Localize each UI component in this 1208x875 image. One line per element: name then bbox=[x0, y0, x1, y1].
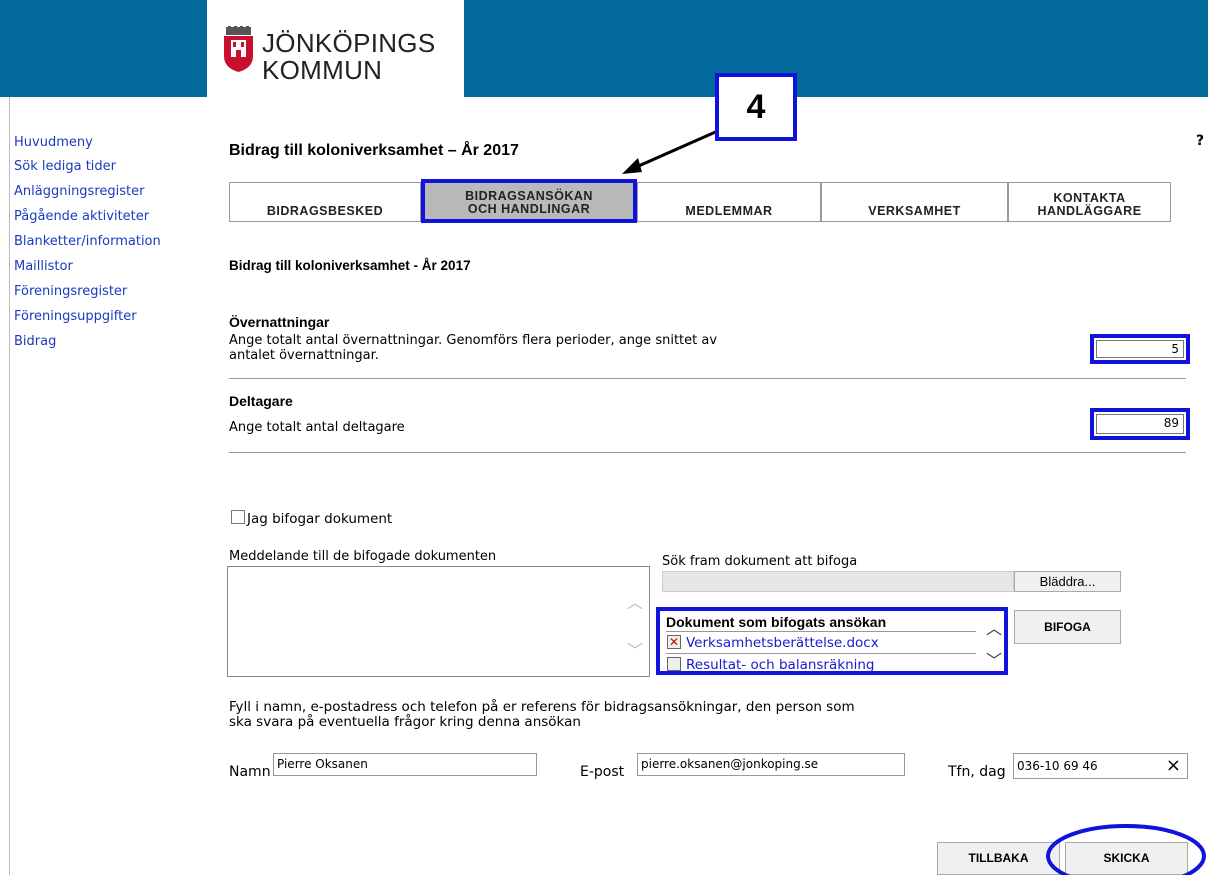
divider bbox=[666, 653, 976, 654]
tab-bidragsansokan[interactable]: BIDRAGSANSÖKAN OCH HANDLINGAR bbox=[421, 179, 637, 223]
send-highlight-ellipse bbox=[1046, 824, 1206, 875]
attach-checkbox[interactable] bbox=[231, 510, 245, 524]
overnight-title: Övernattningar bbox=[229, 314, 330, 330]
sidebar-item-anlaggningsregister[interactable]: Anläggningsregister bbox=[14, 184, 144, 199]
header-band-left bbox=[0, 0, 207, 97]
contact-info-line2: ska svara på eventuella frågor kring den… bbox=[229, 714, 581, 730]
scroll-down-icon[interactable]: ﹀ bbox=[627, 637, 643, 661]
left-divider bbox=[9, 97, 10, 875]
sidebar-item-blanketter[interactable]: Blanketter/information bbox=[14, 234, 161, 249]
sidebar-item-foreningsregister[interactable]: Föreningsregister bbox=[14, 284, 127, 299]
email-label: E-post bbox=[580, 764, 625, 780]
participants-input-highlight: 89 bbox=[1090, 408, 1190, 440]
scroll-up-icon[interactable]: ︿ bbox=[627, 589, 643, 613]
logo-text: JÖNKÖPINGS KOMMUN bbox=[262, 30, 435, 84]
sidebar-item-huvudmeny[interactable]: Huvudmeny bbox=[14, 135, 93, 150]
tab-kontakta-handlaggare[interactable]: KONTAKTA HANDLÄGGARE bbox=[1008, 182, 1171, 222]
overnight-input[interactable]: 5 bbox=[1096, 340, 1184, 358]
scroll-up-icon[interactable]: ︿ bbox=[986, 615, 1002, 639]
logo-line2: KOMMUN bbox=[262, 55, 383, 85]
name-label: Namn bbox=[229, 764, 271, 780]
tab-bidragsbesked[interactable]: BIDRAGSBESKED bbox=[229, 182, 421, 222]
attach-checkbox-label: Jag bifogar dokument bbox=[247, 511, 393, 527]
contact-info-line1: Fyll i namn, e-postadress och telefon på… bbox=[229, 699, 855, 715]
message-textarea[interactable]: ︿ ﹀ bbox=[227, 566, 650, 677]
sidebar-item-maillistor[interactable]: Maillistor bbox=[14, 259, 73, 274]
remove-doc-icon[interactable]: ✕ bbox=[667, 635, 681, 649]
clear-icon[interactable]: × bbox=[1166, 754, 1181, 778]
search-doc-label: Sök fram dokument att bifoga bbox=[662, 554, 858, 569]
attached-doc-link[interactable]: Resultat- och balansräkning bbox=[686, 657, 875, 671]
email-input[interactable]: pierre.oksanen@jonkoping.se bbox=[637, 753, 905, 776]
coat-of-arms-icon bbox=[222, 26, 255, 76]
participants-input[interactable]: 89 bbox=[1096, 414, 1184, 434]
message-label: Meddelande till de bifogade dokumenten bbox=[229, 549, 497, 564]
logo-line1: JÖNKÖPINGS bbox=[262, 28, 436, 58]
step-callout: 4 bbox=[715, 73, 797, 141]
attach-button[interactable]: BIFOGA bbox=[1014, 610, 1121, 644]
divider bbox=[229, 452, 1186, 453]
phone-label: Tfn, dag bbox=[948, 764, 1006, 780]
scroll-down-icon[interactable]: ﹀ bbox=[986, 647, 1002, 671]
tab-verksamhet[interactable]: VERKSAMHET bbox=[821, 182, 1008, 222]
overnight-desc-1: Ange totalt antal övernattningar. Genomf… bbox=[229, 333, 718, 348]
sidebar-item-foreningsuppgifter[interactable]: Föreningsuppgifter bbox=[14, 309, 137, 324]
sidebar-item-sok-lediga-tider[interactable]: Sök lediga tider bbox=[14, 159, 116, 174]
remove-doc-icon[interactable] bbox=[667, 657, 681, 671]
divider bbox=[666, 631, 976, 632]
phone-value: 036-10 69 46 bbox=[1017, 759, 1098, 773]
phone-input[interactable]: 036-10 69 46 × bbox=[1013, 753, 1188, 779]
help-icon[interactable]: ? bbox=[1196, 133, 1204, 149]
attached-doc-link[interactable]: Verksamhetsberättelse.docx bbox=[686, 635, 879, 651]
tab-bidragsansokan-line2: OCH HANDLINGAR bbox=[467, 202, 591, 216]
sidebar-item-pagaende-aktiviteter[interactable]: Pågående aktiviteter bbox=[14, 209, 149, 224]
file-path-input[interactable] bbox=[662, 571, 1014, 592]
participants-desc: Ange totalt antal deltagare bbox=[229, 420, 405, 435]
form-heading: Bidrag till koloniverksamhet - År 2017 bbox=[229, 258, 471, 273]
tab-medlemmar[interactable]: MEDLEMMAR bbox=[637, 182, 821, 222]
tab-kontakta-line2: HANDLÄGGARE bbox=[1037, 204, 1142, 218]
header-band-right bbox=[464, 0, 1208, 97]
overnight-desc-2: antalet övernattningar. bbox=[229, 348, 379, 363]
sidebar-item-bidrag[interactable]: Bidrag bbox=[14, 334, 56, 349]
name-input[interactable]: Pierre Oksanen bbox=[273, 753, 537, 776]
participants-title: Deltagare bbox=[229, 393, 293, 409]
back-button[interactable]: TILLBAKA bbox=[937, 842, 1060, 875]
overnight-input-highlight: 5 bbox=[1090, 334, 1190, 364]
attached-docs-title: Dokument som bifogats ansökan bbox=[666, 614, 887, 630]
divider bbox=[229, 378, 1186, 379]
callout-arrow-icon bbox=[622, 128, 721, 174]
page-title: Bidrag till koloniverksamhet – År 2017 bbox=[229, 142, 519, 159]
attached-docs-list: Dokument som bifogats ansökan ✕ Verksamh… bbox=[656, 607, 1008, 675]
browse-button[interactable]: Bläddra... bbox=[1014, 571, 1121, 592]
